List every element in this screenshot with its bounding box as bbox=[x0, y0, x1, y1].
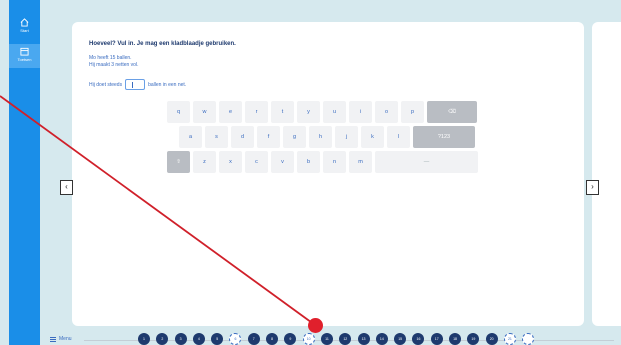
key-n[interactable]: n bbox=[323, 151, 346, 173]
pager-item[interactable]: 18 bbox=[449, 333, 462, 345]
menu-button[interactable]: Menu bbox=[50, 336, 72, 342]
key-u[interactable]: u bbox=[323, 101, 346, 123]
keyboard-row: ⇧ z x c v b n m — bbox=[167, 151, 481, 173]
key-s[interactable]: s bbox=[205, 126, 228, 148]
key-l[interactable]: l bbox=[387, 126, 410, 148]
previous-button[interactable]: ‹ bbox=[60, 180, 73, 195]
pager-item[interactable]: 17 bbox=[430, 333, 443, 345]
calendar-icon bbox=[20, 47, 29, 56]
question-line: Mo heeft 15 ballen. bbox=[89, 55, 132, 61]
question-pager: 1 2 3 4 5 6 7 8 9 10 11 12 13 14 15 16 17 18 19 20 21 bbox=[138, 333, 541, 345]
sidebar-item-label: Toetsen bbox=[17, 57, 32, 62]
pager-item[interactable]: 6 bbox=[229, 333, 242, 345]
key-f[interactable]: f bbox=[257, 126, 280, 148]
key-b[interactable]: b bbox=[297, 151, 320, 173]
pager-item[interactable] bbox=[522, 333, 535, 345]
key-k[interactable]: k bbox=[361, 126, 384, 148]
key-h[interactable]: h bbox=[309, 126, 332, 148]
exercise-card: Hoeveel? Vul in. Je mag een kladblaadje … bbox=[72, 22, 584, 326]
pager-item[interactable]: 7 bbox=[247, 333, 260, 345]
pager-item[interactable]: 10 bbox=[302, 333, 315, 345]
pager-item[interactable]: 4 bbox=[192, 333, 205, 345]
backspace-key[interactable]: ⌫ bbox=[427, 101, 477, 123]
space-key[interactable]: — bbox=[375, 151, 478, 173]
key-o[interactable]: o bbox=[375, 101, 398, 123]
key-w[interactable]: w bbox=[193, 101, 216, 123]
sidebar-item-start[interactable]: Start bbox=[9, 18, 40, 33]
answer-suffix: ballen in een net. bbox=[148, 81, 187, 88]
key-a[interactable]: a bbox=[179, 126, 202, 148]
pager-item[interactable]: 21 bbox=[503, 333, 516, 345]
pager-item[interactable]: 14 bbox=[375, 333, 388, 345]
annotation-dot bbox=[308, 318, 323, 333]
key-c[interactable]: c bbox=[245, 151, 268, 173]
next-button[interactable]: › bbox=[586, 180, 599, 195]
pager-item[interactable]: 12 bbox=[339, 333, 352, 345]
pager-item[interactable]: 5 bbox=[211, 333, 224, 345]
key-z[interactable]: z bbox=[193, 151, 216, 173]
key-e[interactable]: e bbox=[219, 101, 242, 123]
sidebar-item-label: Start bbox=[20, 28, 29, 33]
sidebar-item-toetsen[interactable]: Toetsen bbox=[9, 44, 40, 68]
pager-item[interactable]: 15 bbox=[394, 333, 407, 345]
key-q[interactable]: q bbox=[167, 101, 190, 123]
pager-item[interactable]: 11 bbox=[320, 333, 333, 345]
shift-key[interactable]: ⇧ bbox=[167, 151, 190, 173]
pager-item[interactable]: 8 bbox=[266, 333, 279, 345]
next-card-preview bbox=[592, 22, 621, 326]
pager-item[interactable]: 9 bbox=[284, 333, 297, 345]
keyboard-row: a s d f g h j k l ?123 bbox=[179, 126, 478, 148]
key-j[interactable]: j bbox=[335, 126, 358, 148]
key-y[interactable]: y bbox=[297, 101, 320, 123]
key-v[interactable]: v bbox=[271, 151, 294, 173]
key-r[interactable]: r bbox=[245, 101, 268, 123]
pager-item[interactable]: 20 bbox=[485, 333, 498, 345]
answer-sentence: Hij doet steeds ballen in een net. bbox=[89, 79, 186, 90]
key-d[interactable]: d bbox=[231, 126, 254, 148]
key-t[interactable]: t bbox=[271, 101, 294, 123]
menu-label: Menu bbox=[59, 336, 72, 342]
key-p[interactable]: p bbox=[401, 101, 424, 123]
question-title: Hoeveel? Vul in. Je mag een kladblaadje … bbox=[89, 41, 236, 47]
question-line: Hij maakt 3 netten vol. bbox=[89, 62, 139, 68]
pager-item[interactable]: 3 bbox=[174, 333, 187, 345]
menu-icon bbox=[50, 336, 56, 342]
key-x[interactable]: x bbox=[219, 151, 242, 173]
pager-item[interactable]: 2 bbox=[156, 333, 169, 345]
key-g[interactable]: g bbox=[283, 126, 306, 148]
key-i[interactable]: i bbox=[349, 101, 372, 123]
answer-input[interactable] bbox=[125, 79, 146, 90]
pager-item[interactable]: 19 bbox=[467, 333, 480, 345]
numbers-key[interactable]: ?123 bbox=[413, 126, 475, 148]
pager-item[interactable]: 16 bbox=[412, 333, 425, 345]
home-icon bbox=[20, 18, 29, 27]
key-m[interactable]: m bbox=[349, 151, 372, 173]
keyboard-row: q w e r t y u i o p ⌫ bbox=[167, 101, 480, 123]
pager-item[interactable]: 13 bbox=[357, 333, 370, 345]
sidebar: Start Toetsen bbox=[9, 0, 40, 345]
pager-item[interactable]: 1 bbox=[138, 333, 150, 345]
answer-prefix: Hij doet steeds bbox=[89, 81, 123, 88]
